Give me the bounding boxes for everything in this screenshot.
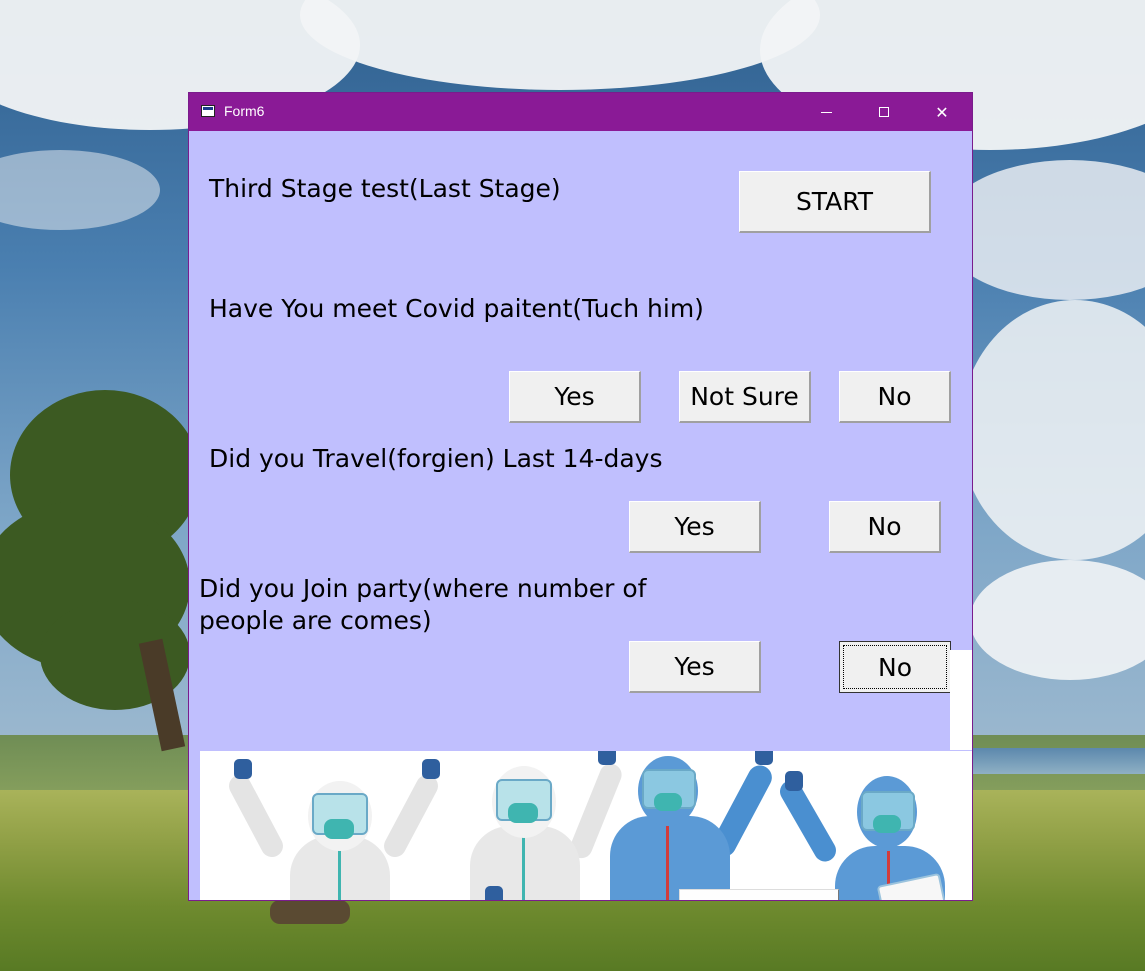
worker-glove [485,886,503,900]
form6-window: Form6 ✕ Third Stage test(Last Stage) STA… [188,92,973,901]
worker-zip [522,836,525,900]
question-3-label-line1: Did you Join party(where number of [199,574,647,603]
close-icon: ✕ [935,102,949,122]
worker-mask [654,793,682,811]
question-1-label: Have You meet Covid paitent(Tuch him) [209,294,704,323]
worker-glove [234,759,252,779]
q2-no-button[interactable]: No [829,501,941,553]
app-form-icon[interactable] [201,105,215,117]
worker-mask [873,815,901,833]
worker-arm [775,776,841,866]
health-workers-illustration [200,751,972,900]
see-report-button[interactable]: See Report [679,889,839,900]
title-bar[interactable]: Form6 ✕ [189,93,972,131]
worker-glove [598,751,616,765]
wallpaper-tree-base [270,900,350,924]
worker-glove [785,771,803,791]
question-3-label-line2: people are comes) [199,606,432,635]
wallpaper-sea [960,748,1145,774]
worker-mask [508,803,538,823]
q1-not-sure-button[interactable]: Not Sure [679,371,811,423]
maximize-icon [879,107,889,117]
worker-zip [338,846,341,900]
minimize-button[interactable] [797,93,855,131]
worker-zip [666,826,669,900]
maximize-button[interactable] [855,93,913,131]
picture-frame-edge [950,650,972,750]
q2-yes-button[interactable]: Yes [629,501,761,553]
stage-heading: Third Stage test(Last Stage) [209,174,561,203]
start-button[interactable]: START [739,171,931,233]
close-button[interactable]: ✕ [913,93,971,131]
q3-yes-button[interactable]: Yes [629,641,761,693]
q3-no-button[interactable]: No [839,641,951,693]
worker-arm [380,771,442,861]
window-title: Form6 [224,103,265,119]
worker-glove [755,751,773,765]
form-client-area: Third Stage test(Last Stage) START Have … [189,131,972,900]
worker-mask [324,819,354,839]
worker-glove [422,759,440,779]
question-2-label: Did you Travel(forgien) Last 14-days [209,444,663,473]
q1-yes-button[interactable]: Yes [509,371,641,423]
q1-no-button[interactable]: No [839,371,951,423]
worker-arm [225,771,287,861]
minimize-icon [820,111,832,113]
